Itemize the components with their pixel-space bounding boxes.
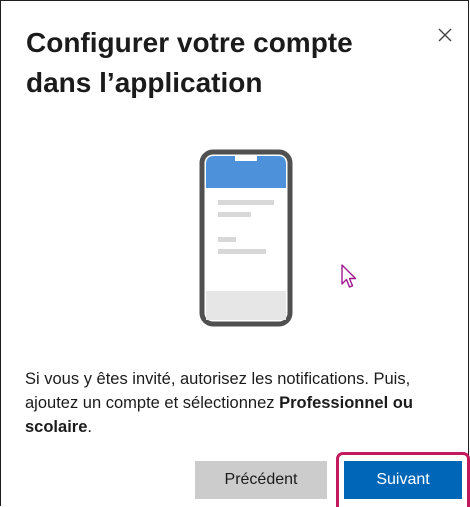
phone-app-icon <box>198 148 294 328</box>
instructions-part2: . <box>87 418 92 436</box>
dialog-title: Configurer votre compte dans l’applicati… <box>26 27 353 98</box>
mouse-pointer-icon <box>340 263 358 289</box>
instructions-text: Si vous y êtes invité, autorisez les not… <box>25 367 457 439</box>
close-icon[interactable] <box>433 23 457 47</box>
next-button-focus-highlight: Suivant <box>336 452 470 507</box>
next-button[interactable]: Suivant <box>344 461 462 499</box>
setup-account-dialog: Configurer votre compte dans l’applicati… <box>0 0 470 507</box>
previous-button[interactable]: Précédent <box>195 461 327 499</box>
